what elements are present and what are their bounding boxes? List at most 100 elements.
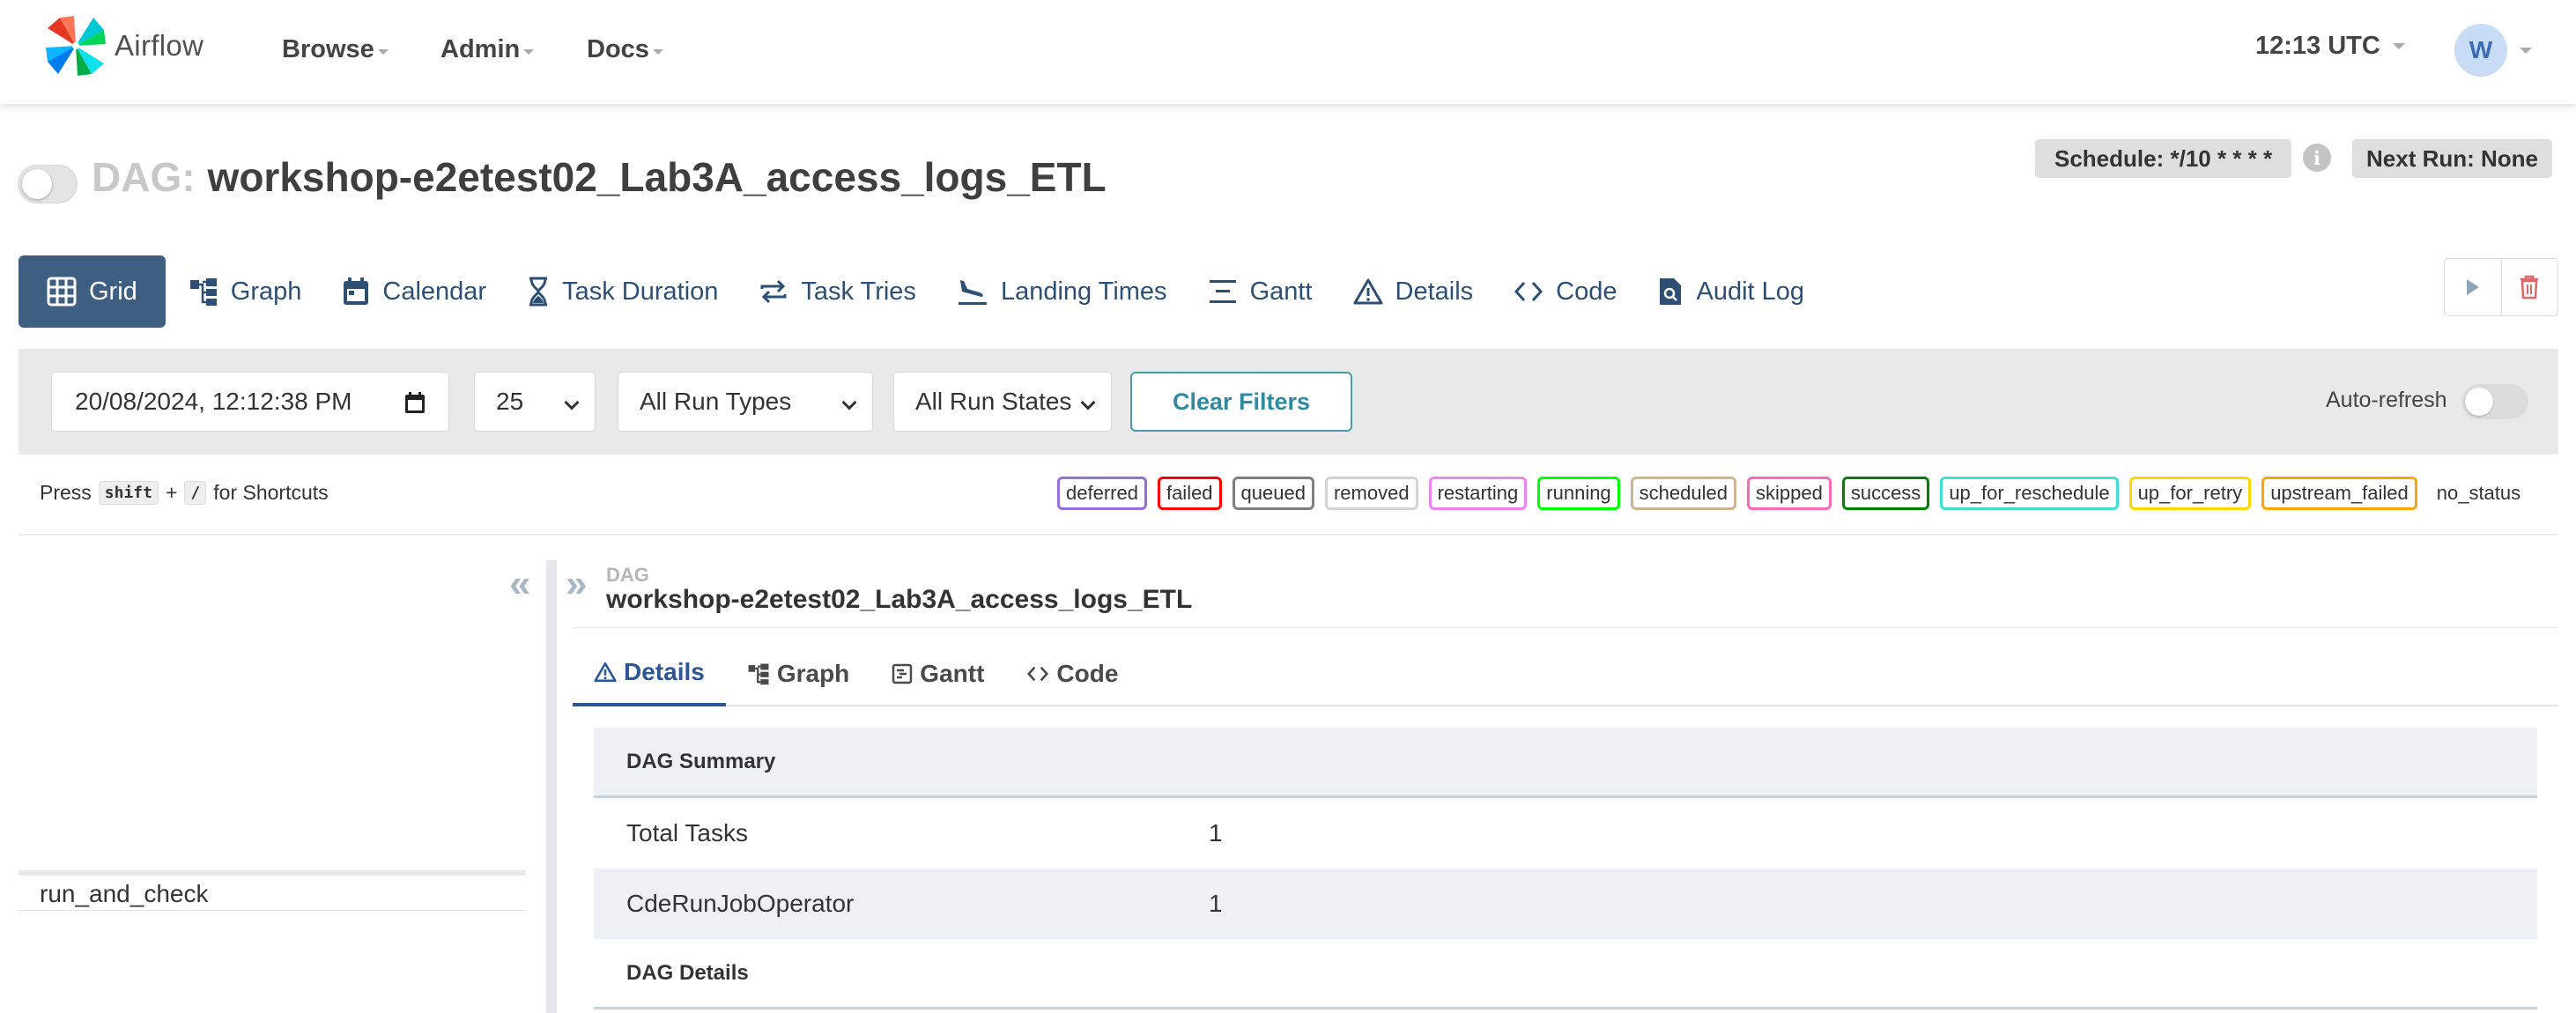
shortcut-suffix: for Shortcuts: [213, 481, 329, 504]
menu-browse-label: Browse: [282, 34, 374, 63]
tab-gantt-label: Gantt: [1249, 277, 1313, 306]
chevron-down-icon: [564, 395, 580, 410]
num-runs-select[interactable]: 25: [474, 372, 596, 432]
user-avatar[interactable]: W: [2454, 24, 2507, 77]
legend-chip[interactable]: up_for_retry: [2128, 477, 2252, 510]
dag-title: DAG: workshop-e2etest02_Lab3A_access_logs…: [92, 153, 1107, 201]
legend-chip[interactable]: running: [1537, 477, 1620, 510]
clear-filters-button[interactable]: Clear Filters: [1130, 372, 1352, 432]
menu-browse[interactable]: Browse: [282, 32, 389, 67]
legend-chip[interactable]: success: [1841, 477, 1930, 510]
graph-icon: [748, 663, 769, 685]
dag-view-tabs: Grid Graph Calendar Task Duration Task T…: [19, 255, 1827, 328]
run-state-value: All Run States: [915, 388, 1072, 415]
legend-chip[interactable]: up_for_reschedule: [1940, 477, 2119, 510]
run-type-select[interactable]: All Run Types: [618, 372, 873, 432]
code-icon: [1027, 666, 1049, 682]
tab-code-label: Code: [1556, 277, 1617, 306]
details-tab-gantt[interactable]: Gantt: [870, 641, 1005, 706]
warning-triangle-icon: [594, 662, 617, 683]
dag-summary-heading: DAG Summary: [626, 749, 776, 773]
code-icon: [1514, 281, 1543, 302]
legend-chip[interactable]: failed: [1157, 477, 1222, 510]
auto-refresh-toggle[interactable]: [2461, 384, 2528, 419]
details-tabs: Details Graph Gantt Code: [573, 641, 2558, 706]
filter-bar: 20/08/2024, 12:12:38 PM 25 All Run Types…: [19, 349, 2558, 455]
trigger-dag-button[interactable]: [2445, 259, 2501, 315]
gantt-icon: [1209, 280, 1236, 303]
details-tab-details[interactable]: Details: [573, 641, 726, 706]
tab-task-duration-label: Task Duration: [562, 277, 719, 306]
legend-chip[interactable]: removed: [1324, 477, 1418, 510]
tab-task-tries-label: Task Tries: [801, 277, 916, 306]
tab-details-label: Details: [1395, 277, 1474, 306]
expand-details-icon[interactable]: »: [566, 562, 587, 606]
legend-no-status[interactable]: no_status: [2437, 482, 2520, 505]
details-tab-code[interactable]: Code: [1005, 641, 1139, 706]
tab-grid[interactable]: Grid: [19, 255, 166, 328]
run-state-select[interactable]: All Run States: [893, 372, 1112, 432]
caret-down-icon: [652, 49, 663, 55]
top-navbar: Airflow Browse Admin Docs 12:13 UTC W: [0, 0, 2576, 104]
dag-name: workshop-e2etest02_Lab3A_access_logs_ETL: [207, 154, 1107, 200]
timezone-dropdown[interactable]: 12:13 UTC: [2255, 32, 2405, 61]
collapse-grid-icon[interactable]: «: [509, 562, 530, 606]
legend-chip[interactable]: restarting: [1428, 477, 1528, 510]
tab-task-tries[interactable]: Task Tries: [741, 255, 934, 328]
tab-details[interactable]: Details: [1336, 255, 1492, 328]
plane-landing-icon: [958, 280, 987, 305]
menu-admin[interactable]: Admin: [440, 32, 535, 67]
next-run-badge: Next Run: None: [2352, 139, 2552, 178]
chevron-down-icon: [841, 395, 857, 410]
shortcut-press: Press: [40, 481, 92, 504]
legend-chip[interactable]: scheduled: [1630, 477, 1736, 510]
base-date-input[interactable]: 20/08/2024, 12:12:38 PM: [51, 372, 449, 432]
menu-docs[interactable]: Docs: [587, 32, 663, 67]
caret-down-icon: [2392, 43, 2405, 49]
legend-chip[interactable]: skipped: [1746, 477, 1832, 510]
airflow-logo-link[interactable]: Airflow: [42, 12, 204, 79]
shortcut-hint: Press shift + / for Shortcuts: [40, 481, 329, 505]
panel-resize-handle[interactable]: [546, 560, 557, 1013]
task-row[interactable]: run_and_check: [19, 877, 526, 911]
play-icon: [2466, 279, 2479, 295]
legend-chip[interactable]: upstream_failed: [2261, 477, 2417, 510]
legend-chip[interactable]: deferred: [1057, 477, 1147, 510]
calendar-icon[interactable]: [404, 391, 426, 414]
details-tab-graph[interactable]: Graph: [726, 641, 870, 706]
tab-graph[interactable]: Graph: [171, 255, 320, 328]
file-search-icon: [1660, 278, 1682, 305]
tab-gantt[interactable]: Gantt: [1190, 255, 1330, 328]
trash-icon: [2520, 275, 2539, 299]
base-date-value: 20/08/2024, 12:12:38 PM: [75, 388, 352, 415]
tab-calendar[interactable]: Calendar: [324, 255, 504, 328]
tab-code[interactable]: Code: [1496, 255, 1634, 328]
caret-down-icon[interactable]: [2520, 48, 2532, 54]
shortcut-key-shift: shift: [98, 481, 159, 505]
calendar-icon: [344, 277, 369, 305]
chevron-down-icon: [1080, 395, 1096, 410]
tab-grid-label: Grid: [89, 277, 137, 306]
info-icon[interactable]: i: [2303, 144, 2331, 172]
breadcrumb-dag-link[interactable]: workshop-e2etest02_Lab3A_access_logs_ETL: [606, 585, 1192, 615]
retry-icon: [760, 279, 787, 304]
dag-pause-toggle[interactable]: [18, 165, 78, 203]
run-type-value: All Run Types: [640, 388, 792, 415]
auto-refresh-label: Auto-refresh: [2326, 388, 2447, 412]
tab-audit-log-label: Audit Log: [1696, 277, 1805, 306]
legend-chip[interactable]: queued: [1232, 477, 1314, 510]
airflow-pinwheel-icon: [46, 16, 106, 76]
num-runs-value: 25: [496, 388, 524, 415]
tab-landing-times[interactable]: Landing Times: [939, 255, 1185, 328]
tab-task-duration[interactable]: Task Duration: [509, 255, 736, 328]
warning-triangle-icon: [1353, 278, 1382, 305]
graph-icon: [189, 278, 217, 306]
delete-dag-button[interactable]: [2500, 259, 2558, 315]
tab-audit-log[interactable]: Audit Log: [1640, 255, 1822, 328]
row-value: 1: [1209, 819, 1223, 847]
shortcut-key-slash: /: [184, 481, 207, 505]
caret-down-icon: [377, 49, 389, 55]
dag-action-buttons: [2444, 258, 2558, 316]
row-key: Total Tasks: [626, 819, 748, 847]
row-key: CdeRunJobOperator: [626, 890, 855, 917]
